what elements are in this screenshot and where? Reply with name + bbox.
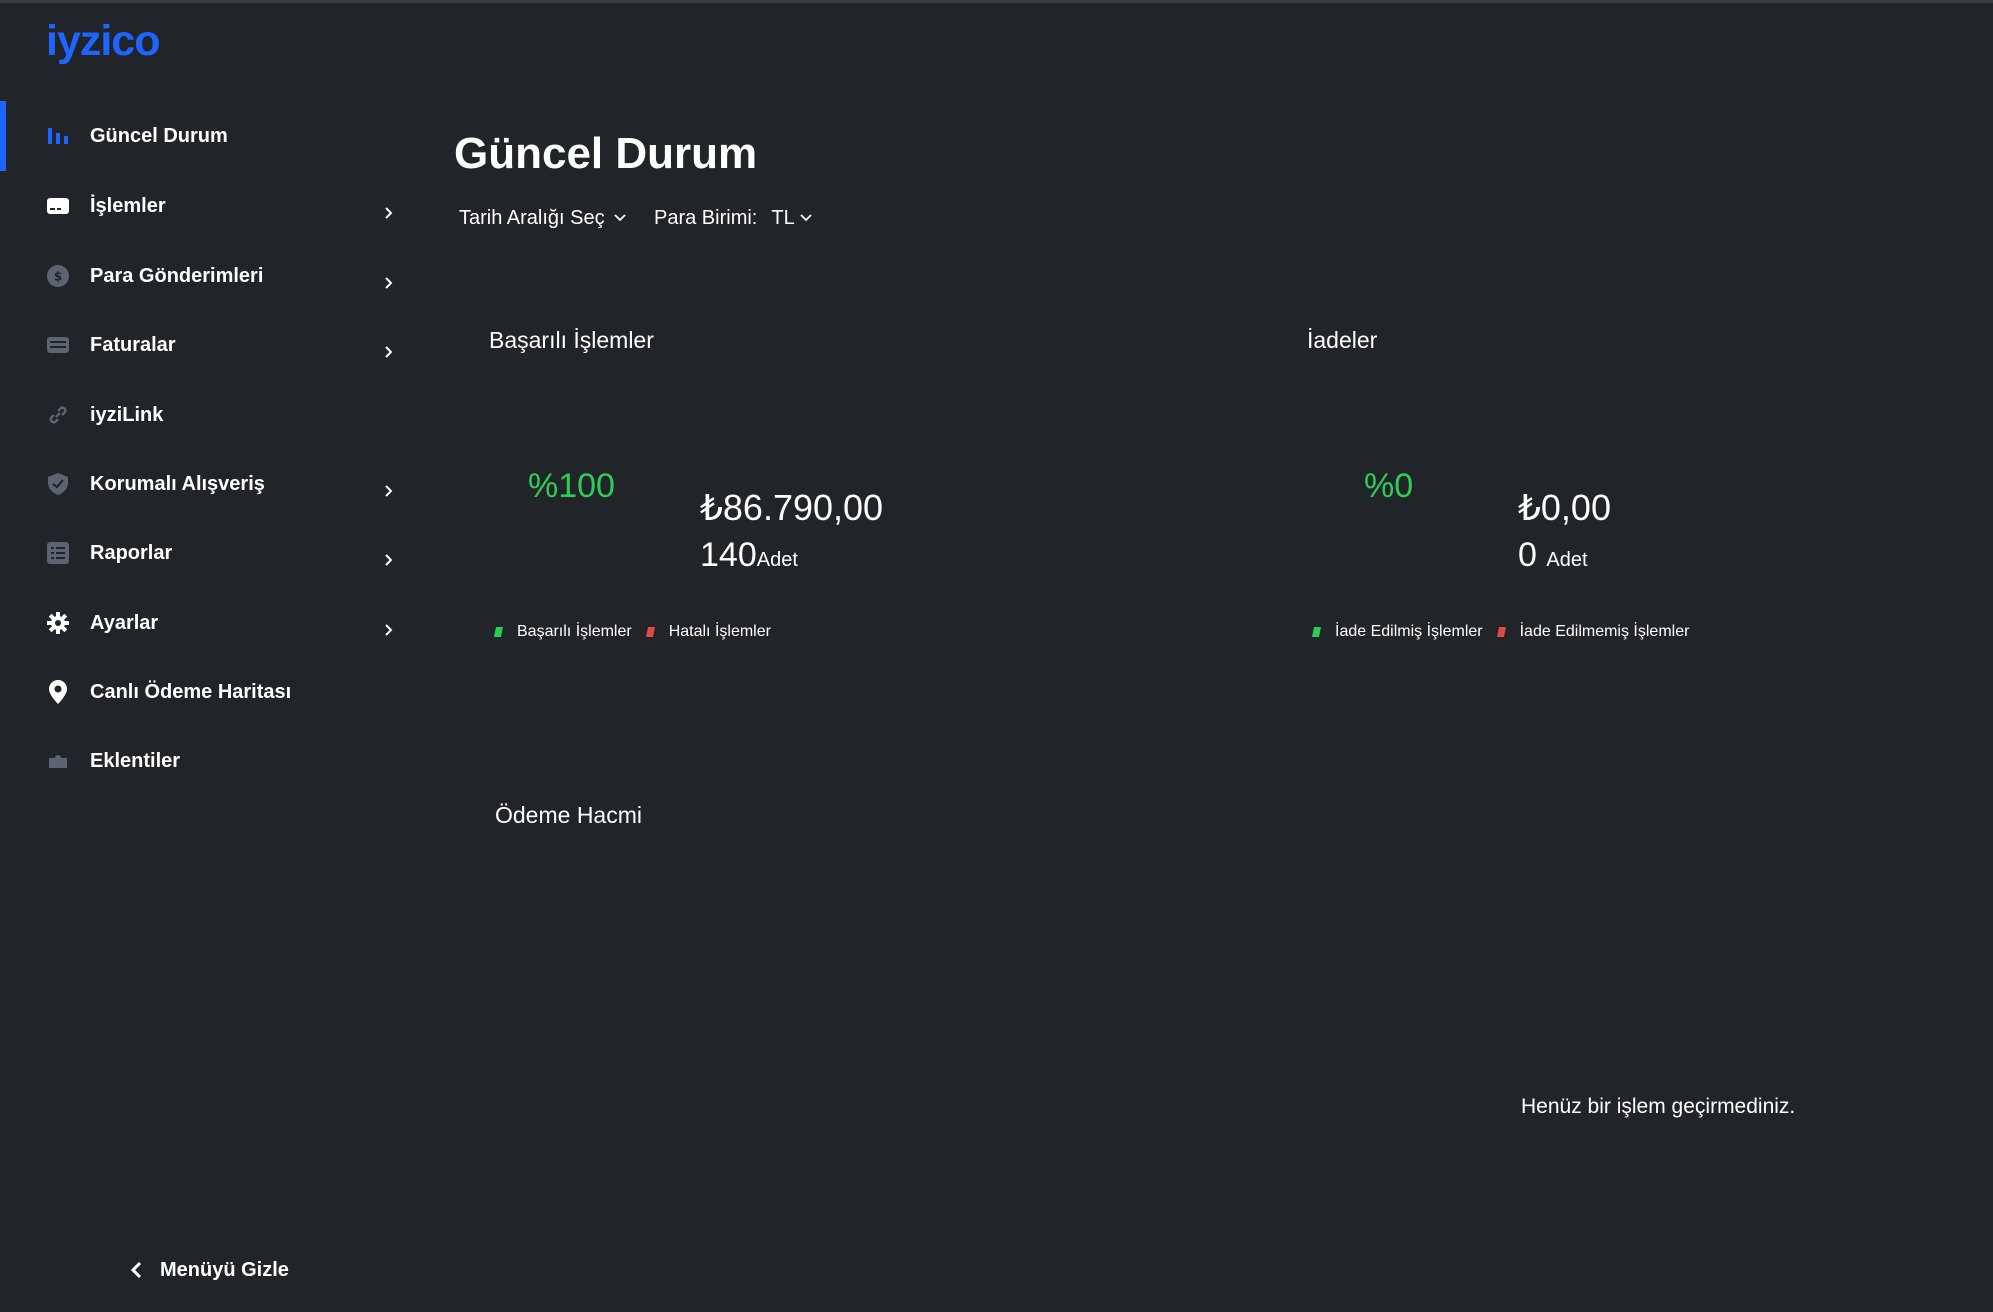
chevron-right-icon (380, 551, 398, 569)
puzzle-icon (46, 749, 70, 773)
refund-amount: ₺0,00 (1518, 487, 1611, 528)
chevron-right-icon (380, 274, 398, 292)
legend-item-not-refunded: İade Edilmemiş İşlemler (1496, 623, 1690, 641)
legend-flag-green (1312, 627, 1321, 637)
chevron-right-icon (380, 343, 398, 361)
legend-item-success: Başarılı İşlemler (494, 623, 632, 641)
card-title: İadeler (1307, 327, 1378, 353)
invoice-icon (46, 333, 70, 357)
legend-label: İade Edilmiş İşlemler (1335, 623, 1483, 640)
legend-label: Başarılı İşlemler (517, 623, 632, 640)
empty-state-message: Henüz bir işlem geçirmediniz. (1521, 1095, 1796, 1118)
app-frame: iyzico Güncel Durum İşlemler $ Para Gönd… (0, 0, 1993, 1312)
success-percent: %100 (528, 467, 615, 505)
legend-flag-green (494, 627, 503, 637)
sidebar-item-label: Raporlar (90, 541, 173, 564)
sidebar-item-korumali-alisveris[interactable]: Korumalı Alışveriş (0, 449, 420, 519)
date-range-label: Tarih Aralığı Seç (459, 206, 605, 229)
date-range-dropdown[interactable]: Tarih Aralığı Seç (459, 203, 627, 233)
svg-text:$: $ (54, 270, 62, 284)
chevron-down-icon (799, 213, 813, 223)
sidebar-item-label: Korumalı Alışveriş (90, 472, 265, 495)
chevron-left-icon (130, 1261, 142, 1279)
sidebar-item-guncel-durum[interactable]: Güncel Durum (0, 101, 420, 171)
map-pin-icon (46, 680, 70, 704)
refund-count-unit: Adet (1546, 549, 1588, 571)
success-count: 140Adet (700, 536, 798, 575)
card-title: Ödeme Hacmi (495, 802, 642, 828)
sidebar-item-canli-odeme-haritasi[interactable]: Canlı Ödeme Haritası (0, 657, 420, 727)
chevron-down-icon (613, 213, 627, 223)
sidebar-item-iyzilink[interactable]: iyziLink (0, 380, 420, 450)
report-icon (46, 541, 70, 565)
dollar-coin-icon: $ (46, 264, 70, 288)
sidebar-item-label: Faturalar (90, 333, 176, 356)
legend-label: İade Edilmemiş İşlemler (1519, 623, 1690, 640)
chevron-right-icon (380, 482, 398, 500)
card-title: Başarılı İşlemler (489, 327, 654, 353)
currency-value: TL (771, 206, 795, 229)
link-icon (46, 403, 70, 427)
sidebar-item-label: iyziLink (90, 403, 164, 426)
gear-icon (46, 611, 70, 635)
success-count-unit: Adet (756, 549, 798, 571)
bar-chart-icon (46, 124, 70, 148)
page-title: Güncel Durum (454, 129, 758, 178)
hide-menu-button[interactable]: Menüyü Gizle (130, 1253, 289, 1287)
legend-flag-red (645, 627, 655, 637)
hide-menu-label: Menüyü Gizle (160, 1258, 289, 1281)
legend-label: Hatalı İşlemler (668, 623, 771, 640)
sidebar-item-label: Eklentiler (90, 749, 181, 772)
currency-label: Para Birimi: (654, 206, 758, 229)
refund-count-value: 0 (1518, 536, 1537, 574)
currency-selector[interactable]: Para Birimi: TL (654, 203, 813, 233)
chevron-right-icon (380, 621, 398, 639)
refund-legend: İade Edilmiş İşlemler İade Edilmemiş İşl… (1312, 623, 1703, 641)
sidebar-item-islemler[interactable]: İşlemler (0, 171, 420, 241)
iyzico-logo[interactable]: iyzico (46, 17, 160, 66)
sidebar-item-label: Güncel Durum (90, 124, 228, 147)
sidebar-item-eklentiler[interactable]: Eklentiler (0, 726, 420, 796)
legend-item-error: Hatalı İşlemler (645, 623, 771, 641)
sidebar-item-label: Para Gönderimleri (90, 264, 264, 287)
sidebar: iyzico Güncel Durum İşlemler $ Para Gönd… (0, 3, 420, 1312)
credit-card-icon (46, 194, 70, 218)
success-amount: ₺86.790,00 (700, 487, 884, 528)
sidebar-item-label: Canlı Ödeme Haritası (90, 680, 292, 703)
sidebar-item-raporlar[interactable]: Raporlar (0, 518, 420, 588)
legend-item-refunded: İade Edilmiş İşlemler (1312, 623, 1483, 641)
sidebar-item-ayarlar[interactable]: Ayarlar (0, 588, 420, 658)
legend-flag-red (1496, 627, 1506, 637)
refund-count: 0 Adet (1518, 536, 1588, 575)
sidebar-item-label: Ayarlar (90, 611, 159, 634)
sidebar-item-para-gonderimleri[interactable]: $ Para Gönderimleri (0, 241, 420, 311)
chevron-right-icon (380, 204, 398, 222)
sidebar-item-label: İşlemler (90, 194, 166, 217)
shield-check-icon (46, 472, 70, 496)
success-count-value: 140 (700, 536, 757, 574)
success-legend: Başarılı İşlemler Hatalı İşlemler (494, 623, 785, 641)
sidebar-item-faturalar[interactable]: Faturalar (0, 310, 420, 380)
refund-percent: %0 (1364, 467, 1414, 505)
